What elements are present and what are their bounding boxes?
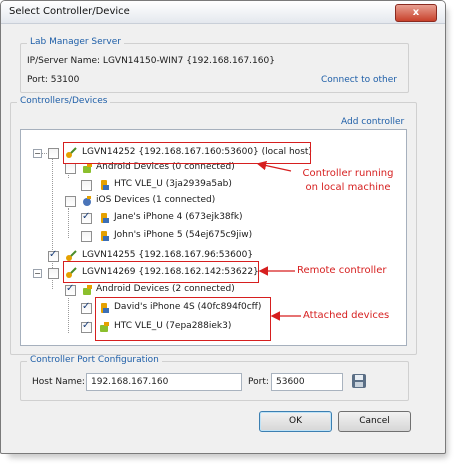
dialog-window: Select Controller/Device x Lab Manager S… — [0, 0, 446, 454]
controller-running-annotation: Controller running on local machine — [302, 168, 394, 193]
close-button[interactable]: x — [395, 4, 437, 22]
device-icon — [101, 213, 109, 223]
tree-checkbox[interactable] — [48, 148, 59, 159]
tree-checkbox[interactable] — [65, 283, 76, 296]
tree-checkbox[interactable] — [65, 196, 76, 207]
tree-label: Android Devices (2 connected) — [96, 284, 235, 294]
host-name-label: Host Name: — [32, 377, 85, 387]
tree-checkbox[interactable] — [48, 249, 59, 262]
tree-label: Jane's iPhone 4 (673ejk38fk) — [114, 212, 243, 222]
host-name-value: 192.168.167.160 — [91, 377, 169, 387]
add-controller-link[interactable]: Add controller — [341, 117, 404, 127]
port-field[interactable]: 53600 — [271, 373, 343, 391]
local-controller-highlight — [63, 142, 311, 164]
attached-devices-highlight — [95, 297, 271, 341]
tree-checkbox[interactable] — [81, 211, 92, 224]
host-name-field[interactable]: 192.168.167.160 — [86, 373, 242, 391]
tree-checkbox[interactable] — [81, 320, 92, 333]
save-icon[interactable] — [351, 373, 367, 389]
tree-label: LGVN14255 {192.168.167.96:53600} — [82, 250, 254, 260]
cancel-button[interactable]: Cancel — [338, 411, 411, 432]
tree-label: iOS Devices (1 connected) — [96, 195, 216, 205]
tree-label: John's iPhone 5 (54ej675c9jiw) — [114, 230, 253, 240]
lab-manager-server-group: Lab Manager Server — [20, 37, 409, 93]
connect-to-other-link[interactable]: Connect to other — [321, 75, 397, 85]
window-title: Select Controller/Device — [9, 6, 130, 17]
tree-checkbox[interactable] — [81, 231, 92, 242]
device-icon — [101, 231, 109, 241]
remote-controller-annotation: Remote controller — [297, 265, 387, 276]
tree-label: HTC VLE_U (3ja2939a5ab) — [114, 179, 232, 189]
collapse-icon[interactable]: − — [33, 269, 42, 278]
port-label: Port: — [248, 377, 269, 387]
remote-controller-highlight — [63, 261, 259, 283]
ok-button[interactable]: OK — [259, 411, 332, 432]
tree-checkbox[interactable] — [65, 163, 76, 174]
lab-manager-server-legend: Lab Manager Server — [27, 37, 124, 47]
tree-checkbox[interactable] — [81, 180, 92, 191]
server-ip-text: IP/Server Name: LGVN14150-WIN7 {192.168.… — [27, 56, 275, 66]
android-icon — [83, 285, 92, 295]
apple-icon — [83, 196, 91, 206]
controllers-devices-legend: Controllers/Devices — [17, 96, 111, 106]
tree-checkbox[interactable] — [81, 301, 92, 314]
server-port-text: Port: 53100 — [27, 75, 80, 85]
title-bar: Select Controller/Device x — [1, 1, 445, 24]
port-value: 53600 — [276, 377, 305, 387]
tree-checkbox[interactable] — [48, 268, 59, 279]
device-icon — [101, 180, 109, 190]
controller-port-legend: Controller Port Configuration — [27, 355, 162, 365]
collapse-icon[interactable]: − — [33, 149, 42, 158]
attached-devices-annotation: Attached devices — [303, 310, 390, 321]
